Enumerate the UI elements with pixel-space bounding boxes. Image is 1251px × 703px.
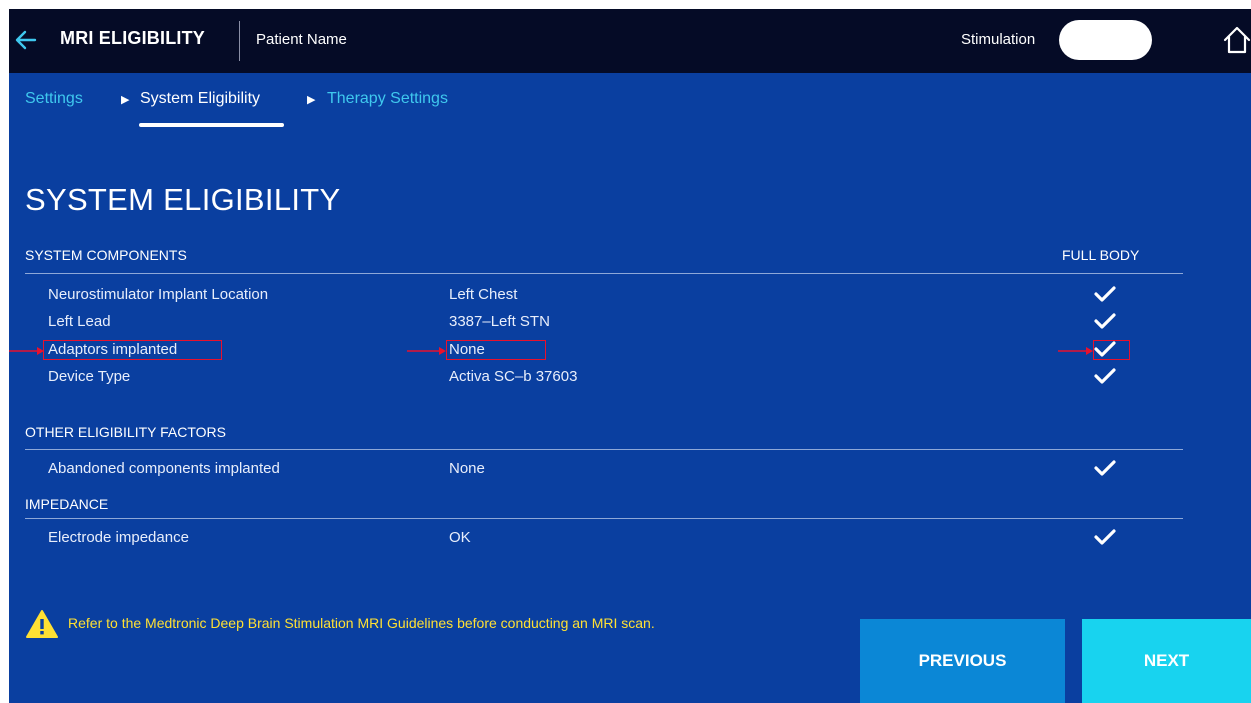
check-icon bbox=[1094, 367, 1116, 385]
title-divider bbox=[239, 21, 240, 61]
stimulation-toggle[interactable] bbox=[1059, 20, 1152, 60]
annotation-arrow-icon bbox=[1058, 344, 1094, 356]
breadcrumb-separator-icon: ▶ bbox=[121, 94, 130, 106]
column-header-full-body: FULL BODY bbox=[1062, 247, 1140, 263]
row-label-electrode-impedance: Electrode impedance bbox=[48, 529, 189, 546]
mri-eligibility-screen: MRI ELIGIBILITY Patient Name Stimulation… bbox=[9, 9, 1251, 703]
section-header-impedance: IMPEDANCE bbox=[25, 496, 109, 512]
section-divider bbox=[25, 273, 1183, 274]
check-icon bbox=[1094, 459, 1116, 477]
breadcrumb-therapy-settings[interactable]: Therapy Settings bbox=[327, 90, 448, 108]
back-arrow-icon[interactable] bbox=[13, 23, 41, 57]
patient-name: Patient Name bbox=[256, 31, 347, 48]
annotation-arrow-icon bbox=[9, 344, 45, 356]
annotation-box-label bbox=[43, 340, 222, 360]
breadcrumb-active-indicator bbox=[139, 123, 284, 127]
breadcrumb-settings[interactable]: Settings bbox=[25, 90, 83, 108]
row-value-abandoned-components: None bbox=[449, 460, 485, 477]
warning-triangle-icon bbox=[25, 609, 59, 639]
home-icon[interactable] bbox=[1222, 23, 1251, 57]
row-value-device-type: Activa SC–b 37603 bbox=[449, 368, 578, 385]
warning-text: Refer to the Medtronic Deep Brain Stimul… bbox=[68, 615, 655, 631]
app-title: MRI ELIGIBILITY bbox=[60, 28, 205, 48]
page-title: SYSTEM ELIGIBILITY bbox=[25, 182, 341, 217]
row-label-implant-location: Neurostimulator Implant Location bbox=[48, 286, 269, 303]
row-value-electrode-impedance: OK bbox=[449, 529, 471, 546]
check-icon bbox=[1094, 285, 1116, 303]
breadcrumb-system-eligibility[interactable]: System Eligibility bbox=[140, 90, 260, 108]
previous-button[interactable]: PREVIOUS bbox=[860, 619, 1065, 703]
stimulation-label: Stimulation bbox=[961, 31, 1036, 48]
row-label-left-lead: Left Lead bbox=[48, 313, 111, 330]
top-bar: MRI ELIGIBILITY Patient Name Stimulation bbox=[9, 9, 1251, 73]
section-header-system-components: SYSTEM COMPONENTS bbox=[25, 247, 187, 263]
row-value-left-lead: 3387–Left STN bbox=[449, 313, 550, 330]
row-label-abandoned-components: Abandoned components implanted bbox=[48, 460, 280, 477]
section-divider bbox=[25, 449, 1183, 450]
section-header-other-factors: OTHER ELIGIBILITY FACTORS bbox=[25, 424, 226, 440]
annotation-box-value bbox=[446, 340, 546, 360]
next-button[interactable]: NEXT bbox=[1082, 619, 1251, 703]
annotation-box-check bbox=[1093, 340, 1130, 360]
row-label-device-type: Device Type bbox=[48, 368, 131, 385]
section-divider bbox=[25, 518, 1183, 519]
breadcrumb-separator-icon: ▶ bbox=[307, 94, 316, 106]
check-icon bbox=[1094, 528, 1116, 546]
row-value-implant-location: Left Chest bbox=[449, 286, 518, 303]
check-icon bbox=[1094, 312, 1116, 330]
annotation-arrow-icon bbox=[407, 344, 447, 356]
